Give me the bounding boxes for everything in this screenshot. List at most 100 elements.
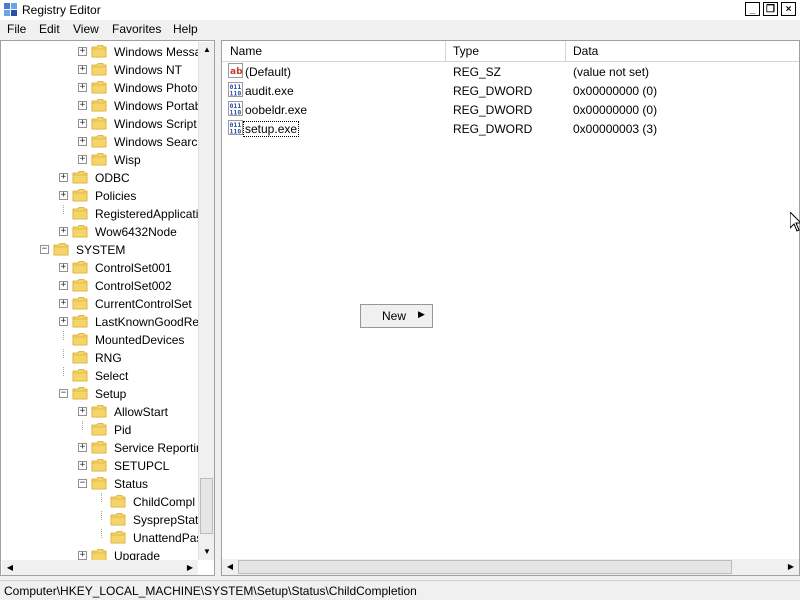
tree-item[interactable]: + Windows Search xyxy=(1,133,204,151)
tree-item[interactable]: RNG xyxy=(1,349,198,367)
tree-item[interactable]: + Windows Portab xyxy=(1,97,201,115)
expand-icon[interactable]: + xyxy=(59,263,68,272)
menu-favorites[interactable]: Favorites xyxy=(112,22,161,36)
expand-icon[interactable]: + xyxy=(78,101,87,110)
tree-item[interactable]: + Wisp xyxy=(1,151,198,169)
tree-item-label: Setup xyxy=(95,387,127,401)
folder-icon xyxy=(72,315,88,328)
tree-item[interactable]: + Windows Script xyxy=(1,115,198,133)
tree-item[interactable]: ChildCompl xyxy=(1,493,198,511)
tree-item[interactable]: + AllowStart xyxy=(1,403,198,421)
expand-icon[interactable]: + xyxy=(78,443,87,452)
tree-item[interactable]: − Status xyxy=(1,475,198,493)
menu-help[interactable]: Help xyxy=(173,22,198,36)
tree-horizontal-scrollbar[interactable]: ◀ ▶ xyxy=(2,560,198,575)
tree-item-label: Windows Script xyxy=(114,117,197,131)
tree-vertical-scrollbar[interactable]: ▲ ▼ xyxy=(198,42,214,560)
values-list[interactable]: Name Type Data ab (Default) REG_SZ (valu… xyxy=(221,40,800,576)
tree-item[interactable]: − SYSTEM xyxy=(1,241,198,259)
tree-item[interactable]: Pid xyxy=(1,421,198,439)
expand-icon[interactable]: + xyxy=(59,227,68,236)
scroll-left-arrow-icon[interactable]: ◀ xyxy=(2,560,18,575)
tree-item[interactable]: − Setup xyxy=(1,385,198,403)
tree-item[interactable]: + Policies xyxy=(1,187,198,205)
expand-icon[interactable]: + xyxy=(78,461,87,470)
value-row[interactable]: ab (Default) REG_SZ (value not set) xyxy=(222,62,799,81)
title-bar[interactable]: Registry Editor _ ❐ × xyxy=(0,0,800,20)
tree-item[interactable]: + CurrentControlSet xyxy=(1,295,198,313)
column-divider[interactable] xyxy=(445,41,446,61)
tree-item[interactable]: + LastKnownGoodRec xyxy=(1,313,205,331)
tree-item[interactable]: UnattendPas xyxy=(1,529,202,547)
tree-item-label: RNG xyxy=(95,351,122,365)
tree-item[interactable]: + SETUPCL xyxy=(1,457,198,475)
column-header-data[interactable]: Data xyxy=(573,44,598,58)
expand-icon[interactable]: + xyxy=(59,317,68,326)
menu-edit[interactable]: Edit xyxy=(39,22,60,36)
expand-icon[interactable]: + xyxy=(59,173,68,182)
folder-icon xyxy=(72,171,88,184)
tree-item[interactable]: Select xyxy=(1,367,198,385)
tree-item[interactable]: + Windows Photo xyxy=(1,79,198,97)
tree-item[interactable]: RegisteredApplicati xyxy=(1,205,198,223)
tree-item[interactable]: + ControlSet001 xyxy=(1,259,198,277)
folder-icon xyxy=(91,423,107,436)
tree-item[interactable]: + Windows Messa xyxy=(1,43,201,61)
registry-tree[interactable]: + Windows Messa + Windows NT + Windows Photo +… xyxy=(0,40,215,576)
expand-icon[interactable]: + xyxy=(59,191,68,200)
tree-item[interactable]: + Wow6432Node xyxy=(1,223,198,241)
menu-file[interactable]: File xyxy=(7,22,26,36)
expand-icon[interactable]: + xyxy=(78,65,87,74)
close-button[interactable]: × xyxy=(781,2,796,16)
expand-icon[interactable]: + xyxy=(78,119,87,128)
collapse-icon[interactable]: − xyxy=(40,245,49,254)
minimize-button[interactable]: _ xyxy=(745,2,760,16)
tree-item-label: Windows Search xyxy=(114,135,205,149)
column-header-type[interactable]: Type xyxy=(453,44,479,58)
value-name: (Default) xyxy=(245,65,292,79)
expand-icon[interactable]: + xyxy=(59,299,68,308)
scroll-down-arrow-icon[interactable]: ▼ xyxy=(199,544,214,560)
folder-icon xyxy=(110,531,126,544)
expand-icon[interactable]: + xyxy=(78,83,87,92)
expand-icon[interactable]: + xyxy=(78,137,87,146)
scroll-up-arrow-icon[interactable]: ▲ xyxy=(199,42,214,58)
submenu-arrow-icon: ▶ xyxy=(418,309,425,319)
tree-item-label: SYSTEM xyxy=(76,243,126,257)
expand-icon[interactable]: + xyxy=(78,155,87,164)
folder-icon xyxy=(72,297,88,310)
tree-item[interactable]: SysprepStatu xyxy=(1,511,205,529)
tree-item[interactable]: + ODBC xyxy=(1,169,198,187)
collapse-icon[interactable]: − xyxy=(78,479,87,488)
column-divider[interactable] xyxy=(565,41,566,61)
tree-item[interactable]: + ControlSet002 xyxy=(1,277,198,295)
scroll-right-arrow-icon[interactable]: ▶ xyxy=(182,560,198,575)
expand-icon[interactable]: + xyxy=(78,407,87,416)
folder-icon xyxy=(72,261,88,274)
scrollbar-thumb[interactable] xyxy=(238,560,732,574)
folder-icon xyxy=(110,513,126,526)
tree-item-label: RegisteredApplicati xyxy=(95,207,199,221)
value-row[interactable]: 011 110 setup.exe REG_DWORD 0x00000003 (… xyxy=(222,119,799,138)
tree-item[interactable]: + Service Reportin xyxy=(1,439,203,457)
scrollbar-thumb[interactable] xyxy=(200,478,213,534)
collapse-icon[interactable]: − xyxy=(59,389,68,398)
value-row[interactable]: 011 110 audit.exe REG_DWORD 0x00000000 (… xyxy=(222,81,799,100)
restore-button[interactable]: ❐ xyxy=(763,2,778,16)
expand-icon[interactable]: + xyxy=(78,551,87,560)
expand-icon[interactable]: + xyxy=(59,281,68,290)
list-horizontal-scrollbar[interactable]: ◀ ▶ xyxy=(222,559,799,575)
menu-view[interactable]: View xyxy=(73,22,99,36)
folder-icon xyxy=(91,477,107,490)
column-header-name[interactable]: Name xyxy=(230,44,262,58)
tree-item[interactable]: MountedDevices xyxy=(1,331,198,349)
context-menu-new[interactable]: New xyxy=(382,309,406,323)
expand-icon[interactable]: + xyxy=(78,47,87,56)
binary-value-icon: 011 110 xyxy=(228,82,243,97)
tree-item[interactable]: + Windows NT xyxy=(1,61,198,79)
scroll-right-arrow-icon[interactable]: ▶ xyxy=(783,559,799,575)
value-row[interactable]: 011 110 oobeldr.exe REG_DWORD 0x00000000… xyxy=(222,100,799,119)
scroll-left-arrow-icon[interactable]: ◀ xyxy=(222,559,238,575)
window-title: Registry Editor xyxy=(22,3,101,17)
status-bar: Computer\HKEY_LOCAL_MACHINE\SYSTEM\Setup… xyxy=(0,580,800,600)
